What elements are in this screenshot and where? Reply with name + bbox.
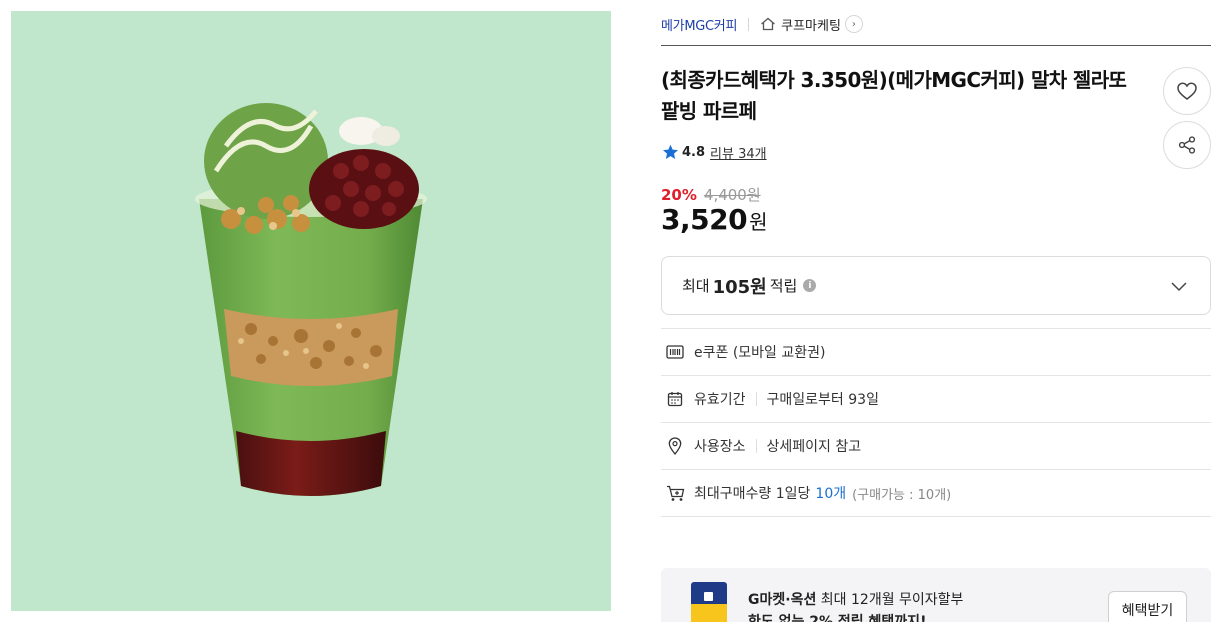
rating-score: 4.8 xyxy=(682,144,706,160)
promo-brand: G마켓·옥션 xyxy=(748,592,817,608)
card-chip-icon xyxy=(704,592,713,601)
share-button[interactable] xyxy=(1163,121,1211,169)
reward-points-dropdown[interactable]: 최대 105원 적립 i xyxy=(661,256,1211,315)
final-price-unit: 원 xyxy=(749,210,768,234)
breadcrumb: 메가MGC커피 쿠프마케팅 › xyxy=(661,14,863,34)
detail-row-validity: 유효기간 구매일로부터 93일 xyxy=(661,375,1211,422)
like-button[interactable] xyxy=(1163,67,1211,115)
original-price: 4,400원 xyxy=(703,186,761,204)
product-image xyxy=(11,11,611,611)
barcode-icon xyxy=(664,345,686,359)
card-benefit-banner: G마켓·옥션 최대 12개월 무이자할부 한도 없는 2% 적립 혜택까지! 혜… xyxy=(661,568,1211,622)
heart-icon xyxy=(1177,82,1197,100)
breadcrumb-brand-link[interactable]: 메가MGC커피 xyxy=(661,15,737,34)
star-icon xyxy=(662,144,679,159)
promo-line1: 최대 12개월 무이자할부 xyxy=(820,592,964,608)
product-info-panel: 메가MGC커피 쿠프마케팅 › (최종카드혜택가 3.350원)(메가MGC커피… xyxy=(661,0,1211,622)
share-icon xyxy=(1178,136,1196,154)
review-count-link[interactable]: 리뷰 34개 xyxy=(710,143,767,162)
reward-amount: 105원 xyxy=(712,276,767,298)
chevron-right-icon[interactable]: › xyxy=(844,15,863,33)
purchase-limit-note: (구매가능 : 10개) xyxy=(852,487,952,503)
rating-summary: 4.8 리뷰 34개 xyxy=(662,142,767,162)
coupon-type-label: e쿠폰 (모바일 교환권) xyxy=(694,345,826,361)
product-title: (최종카드혜택가 3.350원)(메가MGC커피) 말차 젤라또 팥빙 파르페 xyxy=(661,68,1127,123)
breadcrumb-category-label: 쿠프마케팅 xyxy=(781,18,841,34)
chevron-down-icon xyxy=(1171,282,1187,292)
info-icon[interactable]: i xyxy=(803,279,817,292)
card-benefit-text: G마켓·옥션 최대 12개월 무이자할부 한도 없는 2% 적립 혜택까지! xyxy=(748,589,963,622)
detail-row-purchase-limit: 최대구매수량 1일당 10개 (구매가능 : 10개) xyxy=(661,469,1211,516)
location-pin-icon xyxy=(664,437,686,455)
breadcrumb-divider-line xyxy=(661,45,1211,46)
get-benefit-button[interactable]: 혜택받기 xyxy=(1108,591,1187,622)
cart-icon xyxy=(664,485,686,502)
breadcrumb-category-link[interactable]: 쿠프마케팅 xyxy=(760,15,841,34)
breadcrumb-divider xyxy=(748,17,750,31)
validity-label: 유효기간 xyxy=(694,392,746,408)
detail-row-coupon-type: e쿠폰 (모바일 교환권) xyxy=(661,328,1211,375)
reward-prefix: 최대 xyxy=(682,277,710,295)
detail-row-location: 사용장소 상세페이지 참고 xyxy=(661,422,1211,469)
final-price: 3,520 원 xyxy=(661,203,767,236)
validity-value: 구매일로부터 93일 xyxy=(766,392,879,408)
card-stripe xyxy=(691,604,727,622)
details-bottom-divider xyxy=(661,516,1211,517)
location-value: 상세페이지 참고 xyxy=(766,439,862,455)
discount-rate: 20% xyxy=(661,185,697,204)
purchase-limit-label: 최대구매수량 1일당 xyxy=(694,486,811,502)
reward-suffix: 적립 xyxy=(769,277,798,295)
credit-card-image xyxy=(691,582,727,622)
location-label: 사용장소 xyxy=(694,439,746,455)
purchase-limit-value: 10개 xyxy=(815,486,847,502)
detail-divider xyxy=(755,439,757,453)
detail-divider xyxy=(755,392,757,406)
final-price-amount: 3,520 xyxy=(661,203,748,236)
calendar-icon xyxy=(664,391,686,407)
matcha-parfait-illustration xyxy=(195,103,427,496)
home-icon xyxy=(761,17,776,31)
price-discount-row: 20% 4,400원 xyxy=(661,184,761,205)
promo-line2: 한도 없는 2% 적립 혜택까지! xyxy=(748,614,927,622)
